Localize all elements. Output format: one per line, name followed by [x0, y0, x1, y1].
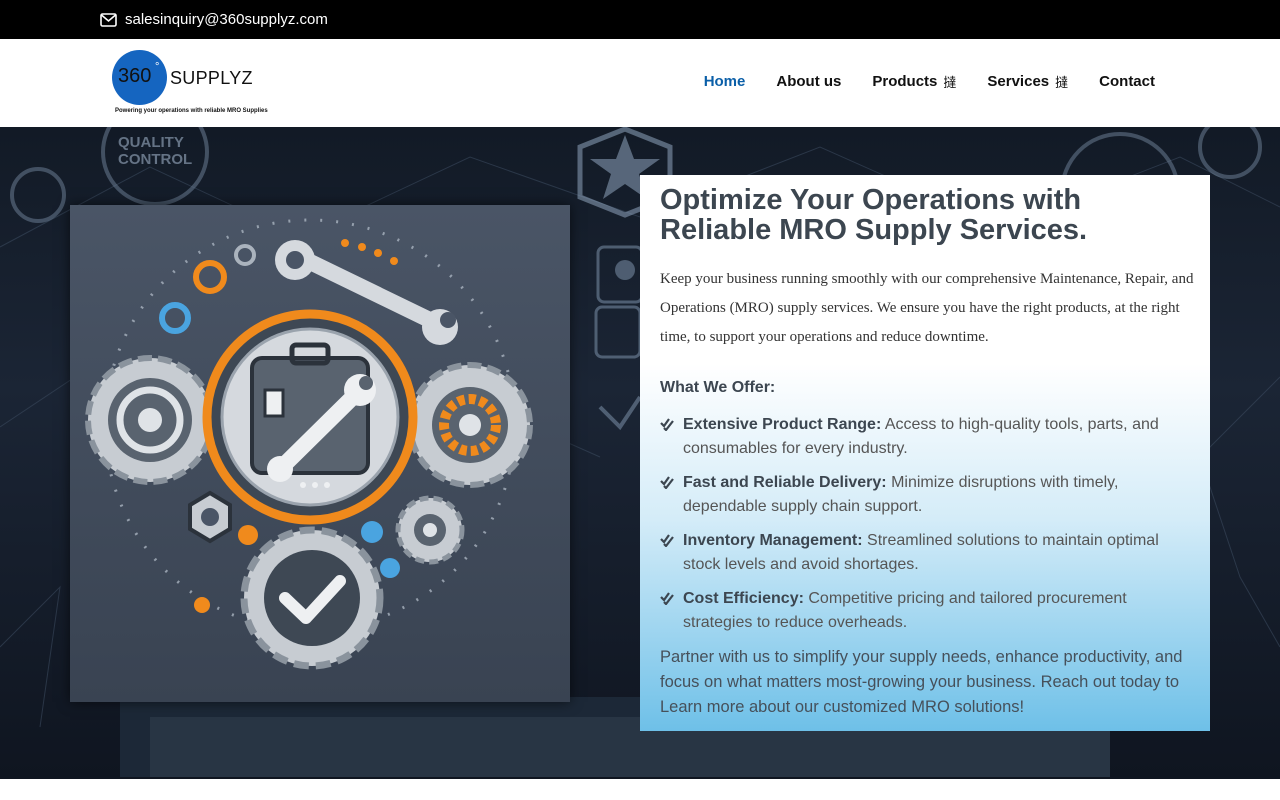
gear-icon: [407, 362, 533, 488]
offer-title: Fast and Reliable Delivery:: [683, 474, 887, 491]
nav-contact[interactable]: Contact: [1099, 73, 1155, 90]
double-check-icon: [660, 476, 674, 489]
hero-outro: Partner with us to simplify your supply …: [660, 648, 1183, 716]
offer-title: Extensive Product Range:: [683, 416, 882, 433]
logo-brand: SUPPLYZ: [170, 68, 253, 88]
dropdown-icon: 撻: [943, 75, 957, 90]
site-logo[interactable]: 360 ° SUPPLYZ Powering your operations w…: [110, 49, 270, 119]
double-check-icon: [660, 534, 674, 547]
gear-icon: [85, 355, 215, 485]
offer-list: Extensive Product Range: Access to high-…: [660, 413, 1180, 645]
main-nav: Home About us Products 撻 Services 撻 Contac…: [704, 72, 1155, 91]
nav-about-label: About us: [776, 73, 842, 90]
envelope-icon: [100, 12, 117, 27]
nav-home[interactable]: Home: [704, 73, 746, 90]
nav-services-label: Services: [987, 73, 1050, 90]
list-item: Extensive Product Range: Access to high-…: [660, 413, 1180, 461]
hero-title: Optimize Your Operations with Reliable M…: [660, 184, 1088, 246]
hero-intro: Keep your business running smoothly with…: [660, 271, 1194, 345]
hero-text-panel: Optimize Your Operations with Reliable M…: [640, 175, 1210, 731]
check-gear-icon: [240, 526, 384, 670]
nav-contact-label: Contact: [1099, 73, 1155, 90]
list-item: Cost Efficiency: Competitive pricing and…: [660, 587, 1180, 635]
quality-control-text: QUALITY: [118, 134, 184, 151]
double-check-icon: [660, 592, 674, 605]
offer-title: Inventory Management:: [683, 532, 863, 549]
offer-heading: What We Offer:: [660, 379, 776, 396]
email-text: salesinquiry@360supplyz.com: [125, 11, 328, 28]
nav-services[interactable]: Services 撻: [987, 72, 1068, 91]
logo-number: 360: [118, 65, 152, 87]
svg-text:CONTROL: CONTROL: [118, 151, 192, 168]
nut-icon: [188, 490, 232, 544]
nav-products[interactable]: Products 撻: [872, 72, 956, 91]
list-item: Fast and Reliable Delivery: Minimize dis…: [660, 471, 1180, 519]
logo-degree: °: [155, 61, 160, 73]
nav-home-label: Home: [703, 73, 746, 90]
top-bar: salesinquiry@360supplyz.com: [0, 0, 1280, 39]
site-header: 360 ° SUPPLYZ Powering your operations w…: [0, 39, 1280, 127]
logo-tagline: Powering your operations with reliable M…: [115, 108, 268, 114]
dropdown-icon: 撻: [1055, 75, 1069, 90]
gear-icon: [395, 495, 465, 565]
page-bottom: [0, 779, 1280, 800]
nav-products-label: Products: [872, 73, 938, 90]
mro-illustration: [70, 205, 570, 702]
email-link[interactable]: salesinquiry@360supplyz.com: [100, 11, 328, 28]
offer-title: Cost Efficiency:: [683, 590, 804, 607]
double-check-icon: [660, 418, 674, 431]
hero-section: QUALITY CONTROL Optimize Your Operations…: [0, 127, 1280, 779]
nav-about[interactable]: About us: [776, 73, 841, 90]
list-item: Inventory Management: Streamlined soluti…: [660, 529, 1180, 577]
